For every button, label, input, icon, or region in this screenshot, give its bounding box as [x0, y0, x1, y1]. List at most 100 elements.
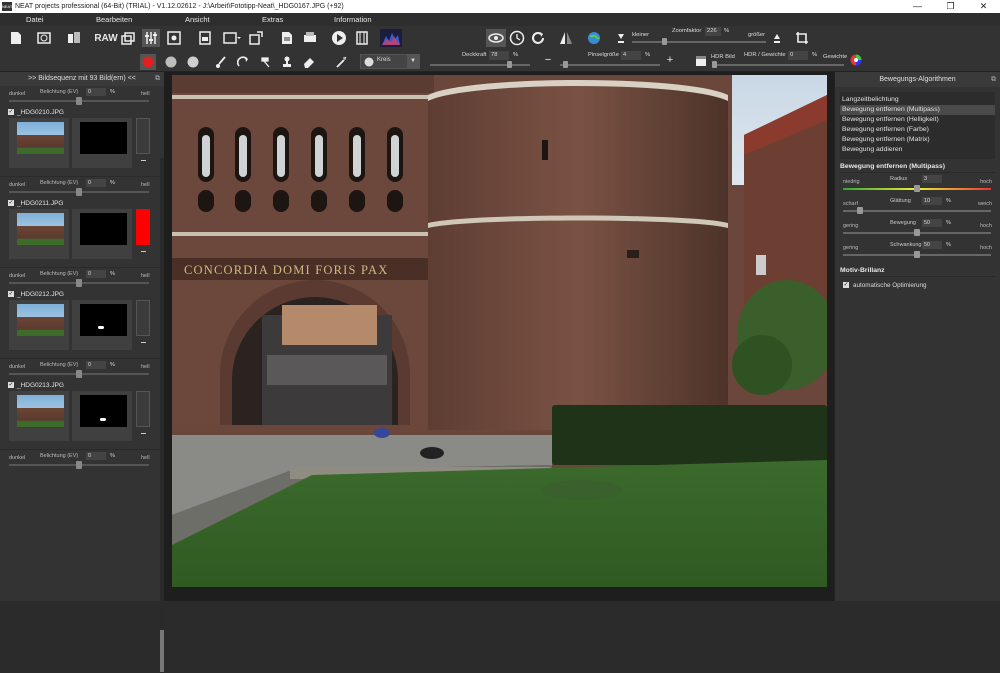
exposure-slider-knob[interactable] — [76, 97, 82, 105]
timer-icon[interactable] — [508, 29, 526, 47]
brush-size-value[interactable]: 4 — [621, 51, 641, 60]
menu-bearbeiten[interactable]: Bearbeiten — [96, 15, 132, 24]
stamp-icon[interactable] — [280, 54, 294, 70]
play-icon[interactable] — [330, 29, 347, 46]
pin-icon[interactable]: ⧉ — [991, 72, 996, 87]
exposure-slider-knob[interactable] — [76, 370, 82, 378]
document-icon[interactable] — [280, 30, 294, 46]
crop-icon[interactable] — [794, 29, 810, 47]
exposure-value[interactable]: 0 — [86, 270, 106, 278]
frame-checkbox[interactable]: ✓ — [8, 291, 14, 297]
eye-icon[interactable] — [486, 29, 506, 47]
opacity-value[interactable]: 78 — [489, 51, 509, 60]
algorithm-item[interactable]: Bewegung entfernen (Farbe) — [840, 125, 995, 135]
exposure-slider-knob[interactable] — [76, 188, 82, 196]
menu-datei[interactable]: Datei — [26, 15, 44, 24]
refresh-icon[interactable] — [530, 29, 546, 47]
hammer-icon[interactable] — [258, 54, 272, 70]
zoom-slider-knob[interactable] — [662, 38, 667, 45]
algorithm-item[interactable]: Bewegung entfernen (Helligkeit) — [840, 115, 995, 125]
holstentor-photo[interactable]: CONCORDIA DOMI FORIS PAX — [172, 75, 827, 587]
opacity-slider-knob[interactable] — [507, 61, 512, 68]
settings-icon[interactable] — [166, 30, 182, 46]
exposure-value[interactable]: 0 — [86, 361, 106, 369]
new-file-icon[interactable] — [8, 30, 24, 46]
compare-icon[interactable] — [558, 29, 574, 47]
exposure-slider-knob[interactable] — [76, 279, 82, 287]
brush-size-decrease-button[interactable]: − — [543, 53, 553, 67]
frame-checkbox[interactable]: ✓ — [8, 109, 14, 115]
zoom-in-icon[interactable] — [772, 29, 782, 47]
hdr-weight-slider-knob[interactable] — [712, 61, 717, 68]
redo-brush-icon[interactable] — [236, 54, 250, 70]
auto-optimize-checkbox[interactable]: ✓ — [843, 282, 849, 288]
frame-motion-mask[interactable] — [80, 395, 127, 427]
filmstrip-icon[interactable] — [354, 30, 370, 46]
sliders-icon[interactable] — [142, 29, 160, 47]
frame-thumbnail[interactable] — [17, 395, 64, 427]
frame-status-flag[interactable] — [136, 391, 150, 427]
circle-light-icon[interactable] — [185, 54, 201, 70]
history-icon[interactable] — [36, 30, 52, 46]
zoom-out-icon[interactable] — [616, 29, 626, 47]
globe-icon[interactable] — [586, 29, 602, 47]
eraser-icon[interactable] — [302, 54, 316, 70]
frame-checkbox[interactable]: ✓ — [8, 200, 14, 206]
circle-gray-icon[interactable] — [163, 54, 179, 70]
param-value[interactable]: 50 — [922, 219, 942, 227]
brush-size-increase-button[interactable]: + — [665, 53, 675, 67]
param-slider-knob[interactable] — [914, 251, 920, 258]
algorithm-item[interactable]: Langzeitbelichtung — [840, 95, 995, 105]
algorithm-item[interactable]: Bewegung entfernen (Matrix) — [840, 135, 995, 145]
save-icon[interactable] — [198, 30, 212, 46]
hdr-weight-value[interactable]: 0 — [788, 51, 808, 60]
brush-icon[interactable] — [214, 54, 228, 70]
menu-ansicht[interactable]: Ansicht — [185, 15, 210, 24]
param-value[interactable]: 10 — [922, 197, 942, 205]
batch-icon[interactable] — [248, 30, 264, 46]
brush-shape-select[interactable]: Kreis ▼ — [360, 54, 420, 69]
chevron-down-icon[interactable]: ▼ — [407, 55, 419, 68]
param-slider[interactable] — [843, 210, 991, 212]
print-icon[interactable] — [302, 30, 318, 46]
param-slider-knob[interactable] — [914, 229, 920, 236]
param-value[interactable]: 50 — [922, 241, 942, 249]
frame-status-flag[interactable] — [136, 118, 150, 154]
frame-thumbnail[interactable] — [17, 213, 64, 245]
frame-checkbox[interactable]: ✓ — [8, 382, 14, 388]
export-icon[interactable] — [222, 30, 242, 46]
param-slider-knob[interactable] — [914, 185, 920, 192]
algorithm-item[interactable]: Bewegung entfernen (Multipass) — [840, 105, 995, 115]
menu-information[interactable]: Information — [334, 15, 372, 24]
zoom-slider[interactable] — [632, 41, 766, 43]
clapper-icon[interactable] — [694, 54, 708, 68]
brush-size-slider-knob[interactable] — [563, 61, 568, 68]
param-slider-knob[interactable] — [857, 207, 863, 214]
frame-status-flag[interactable] — [136, 300, 150, 336]
raw-button[interactable]: RAW — [94, 31, 117, 45]
scrollbar-thumb[interactable] — [160, 630, 164, 672]
frame-motion-mask[interactable] — [80, 122, 127, 154]
color-wheel-icon[interactable] — [849, 53, 863, 67]
frame-status-flag[interactable] — [136, 209, 150, 245]
exposure-value[interactable]: 0 — [86, 88, 106, 96]
algorithm-item[interactable]: Bewegung addieren — [840, 145, 995, 155]
wand-icon[interactable] — [334, 54, 348, 70]
exposure-value[interactable]: 0 — [86, 452, 106, 460]
close-icon[interactable]: ✕ — [967, 0, 1000, 13]
opacity-slider[interactable] — [430, 64, 530, 66]
frame-item[interactable]: ✓ _HDG0212.JPG — [0, 288, 164, 359]
brush-size-slider[interactable] — [560, 64, 660, 66]
histogram-icon[interactable] — [380, 29, 402, 47]
frame-item[interactable]: ✓ _HDG0213.JPG — [0, 379, 164, 450]
frame-item[interactable]: ✓ _HDG0211.JPG — [0, 197, 164, 268]
menu-extras[interactable]: Extras — [262, 15, 283, 24]
frame-thumbnail[interactable] — [17, 304, 64, 336]
param-value[interactable]: 3 — [922, 175, 942, 183]
image-canvas[interactable]: CONCORDIA DOMI FORIS PAX — [164, 72, 834, 601]
frame-motion-mask[interactable] — [80, 304, 127, 336]
minimize-icon[interactable]: — — [901, 0, 934, 13]
exposure-value[interactable]: 0 — [86, 179, 106, 187]
hdr-weight-slider[interactable] — [712, 64, 844, 66]
auto-optimize-row[interactable]: ✓ automatische Optimierung — [843, 280, 995, 290]
